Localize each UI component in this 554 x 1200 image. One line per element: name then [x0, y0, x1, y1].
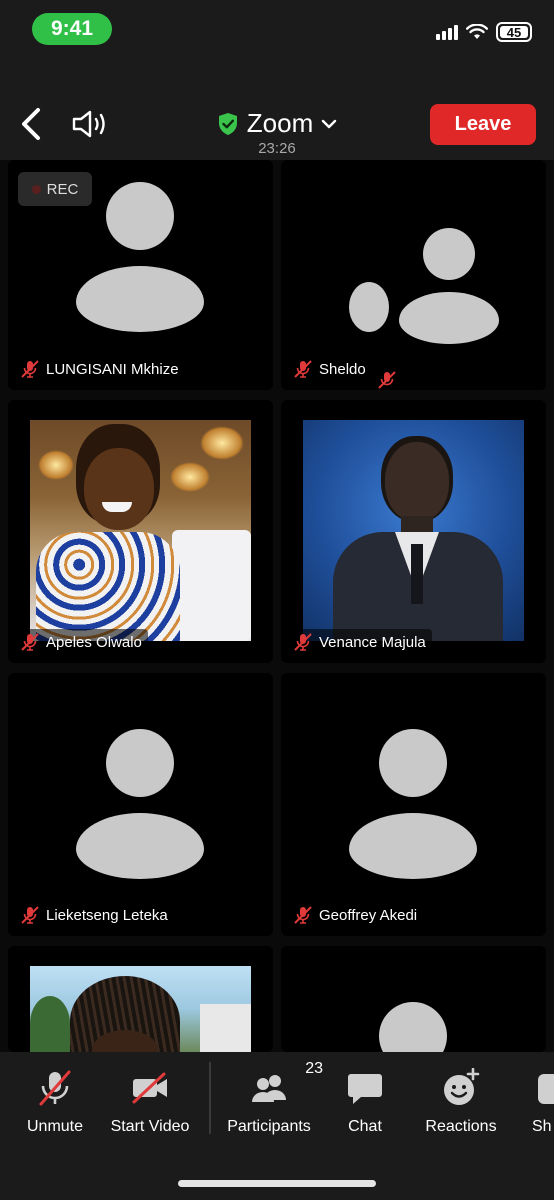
cellular-signal-icon: [436, 24, 458, 40]
participant-name-bar: Geoffrey Akedi: [291, 902, 424, 928]
meeting-title: Zoom: [246, 108, 314, 138]
mic-off-icon: [294, 906, 312, 924]
participant-video-feed: [303, 420, 524, 641]
participant-name-bar: Sheldo: [291, 356, 372, 382]
mic-off-icon: [294, 360, 312, 378]
leave-button[interactable]: Leave: [430, 104, 536, 145]
participant-tile[interactable]: Sheldo: [281, 160, 546, 390]
chat-icon: [348, 1074, 382, 1104]
participant-name-bar: Lieketseng Leteka: [18, 902, 174, 928]
participant-name: Geoffrey Akedi: [319, 906, 418, 924]
participant-name: Sheldo: [319, 360, 366, 378]
video-off-icon: [132, 1072, 167, 1104]
recording-indicator: REC: [18, 172, 92, 206]
reactions-button[interactable]: Reactions: [423, 1068, 499, 1136]
participant-name: Apeles Olwalo: [46, 633, 142, 651]
participant-tile[interactable]: Lieketseng Leteka: [8, 673, 273, 936]
mic-off-icon: [378, 371, 396, 389]
participant-name-bar: LUNGISANI Mkhize: [18, 356, 185, 382]
overlay-mask: [369, 356, 546, 390]
recording-label: REC: [46, 180, 79, 198]
participant-tile[interactable]: Geoffrey Akedi: [281, 673, 546, 936]
mic-off-icon: [21, 360, 39, 378]
reactions-label: Reactions: [425, 1118, 497, 1135]
participant-name: LUNGISANI Mkhize: [46, 360, 179, 378]
participants-label: Participants: [227, 1118, 311, 1135]
chat-label: Chat: [348, 1118, 382, 1135]
participant-name: Lieketseng Leteka: [46, 906, 168, 924]
participants-icon: [252, 1075, 286, 1102]
participant-name-bar: Venance Majula: [291, 629, 432, 655]
smiley-plus-icon: [444, 1068, 480, 1105]
shield-check-icon: [218, 112, 237, 135]
share-button[interactable]: Sh: [532, 1068, 554, 1136]
participant-video-feed: [30, 966, 251, 1052]
status-time: 9:41: [32, 13, 112, 45]
toolbar-divider: [209, 1062, 211, 1134]
unmute-label: Unmute: [26, 1118, 84, 1135]
share-label: Sh: [532, 1118, 552, 1135]
share-icon: [538, 1074, 554, 1104]
chat-button[interactable]: Chat: [340, 1068, 390, 1136]
mic-off-icon: [21, 906, 39, 924]
participant-tile[interactable]: Venance Majula: [281, 400, 546, 663]
participant-tile[interactable]: [8, 946, 273, 1052]
mic-off-icon: [39, 1070, 71, 1106]
unmute-button[interactable]: Unmute: [25, 1068, 85, 1136]
start-video-label: Start Video: [110, 1118, 190, 1135]
home-indicator[interactable]: [178, 1180, 376, 1187]
chevron-down-icon: [322, 119, 337, 128]
start-video-button[interactable]: Start Video: [108, 1068, 192, 1136]
participant-video-feed: [30, 420, 251, 641]
status-indicators: 45: [436, 22, 532, 42]
record-dot-icon: [31, 184, 41, 194]
battery-level: 45: [506, 24, 522, 40]
participants-button[interactable]: 23 Participants: [224, 1060, 323, 1136]
mic-off-icon: [294, 633, 312, 651]
mic-off-icon: [21, 633, 39, 651]
participant-name-bar: Apeles Olwalo: [18, 629, 148, 655]
participant-tile[interactable]: REC LUNGISANI Mkhize: [8, 160, 273, 390]
battery-icon: 45: [496, 22, 532, 42]
participant-tile[interactable]: Apeles Olwalo: [8, 400, 273, 663]
meeting-toolbar: Unmute Start Video 23 Participants Chat: [0, 1052, 554, 1200]
wifi-icon: [466, 24, 488, 39]
status-bar: 9:41 45: [0, 0, 554, 60]
participant-tile[interactable]: [281, 946, 546, 1052]
participants-count: 23: [305, 1060, 323, 1077]
participant-name: Venance Majula: [319, 633, 426, 651]
meeting-header: Zoom 23:26 Leave: [0, 60, 554, 160]
